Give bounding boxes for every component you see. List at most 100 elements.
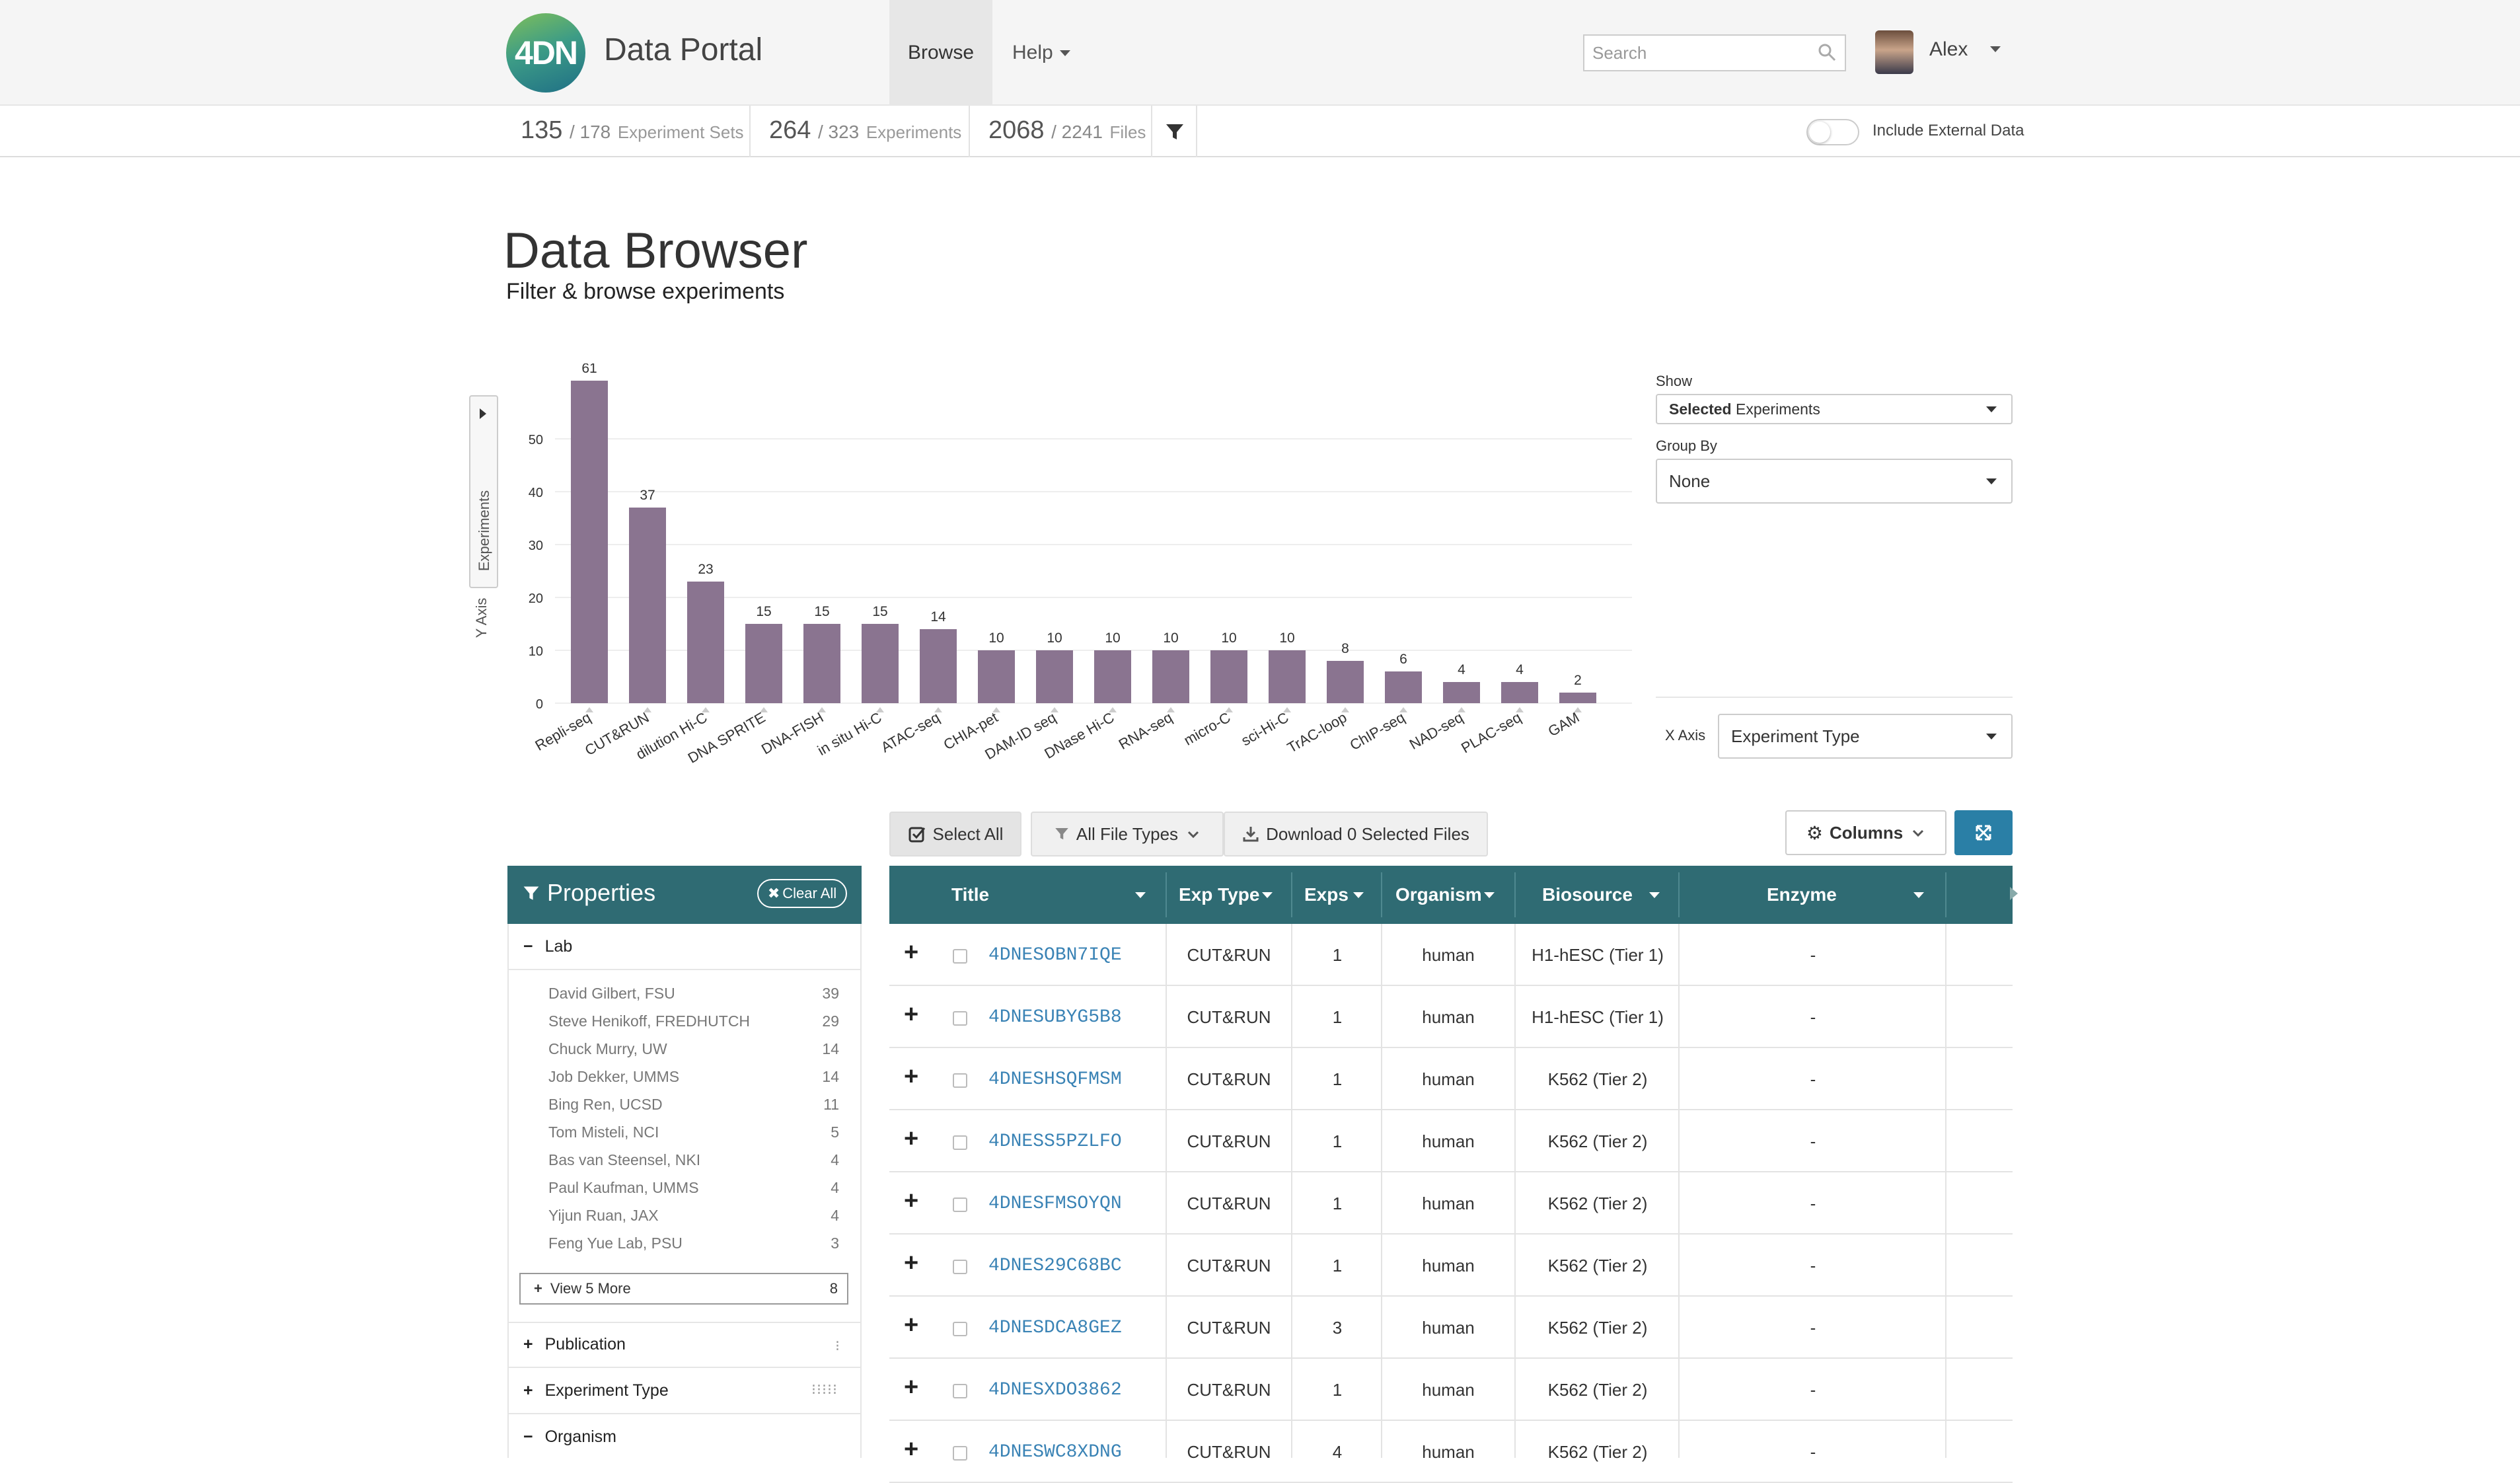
filter-icon[interactable] <box>1164 122 1185 143</box>
experiment-set-link[interactable]: 4DNESXDO3862 <box>988 1380 1122 1400</box>
experiment-set-link[interactable]: 4DNESUBYG5B8 <box>988 1007 1122 1028</box>
4dn-logo[interactable]: 4DN <box>506 13 585 93</box>
lab-facet-item[interactable]: Yijun Ruan, JAX <box>548 1207 659 1225</box>
sort-chevron-icon[interactable] <box>1913 892 1924 898</box>
bar[interactable] <box>629 508 666 703</box>
row-checkbox[interactable] <box>953 1073 967 1088</box>
column-header-exp-type[interactable]: Exp Type <box>1179 866 1259 924</box>
avatar[interactable] <box>1875 30 1913 74</box>
expand-row-plus-icon[interactable]: + <box>904 1435 918 1464</box>
x-category-label[interactable]: sci-Hi-C <box>1238 709 1291 749</box>
lab-facet-item[interactable]: Feng Yue Lab, PSU <box>548 1235 683 1252</box>
expand-row-plus-icon[interactable]: + <box>904 1125 918 1153</box>
lab-facet-item[interactable]: Bing Ren, UCSD <box>548 1096 663 1114</box>
x-category-label[interactable]: TrAC-loop <box>1284 709 1350 756</box>
bar[interactable] <box>862 624 899 703</box>
bar[interactable] <box>803 624 840 703</box>
bar[interactable] <box>1443 682 1480 703</box>
sort-chevron-icon[interactable] <box>1353 892 1364 898</box>
row-checkbox[interactable] <box>953 1135 967 1150</box>
row-checkbox[interactable] <box>953 1260 967 1274</box>
scroll-right-icon[interactable] <box>2010 887 2018 900</box>
row-checkbox[interactable] <box>953 1011 967 1026</box>
experiment-type-section-toggle[interactable]: + Experiment Type <box>523 1381 669 1400</box>
brand-name[interactable]: Data Portal <box>604 32 762 68</box>
x-category-label[interactable]: micro-C <box>1181 709 1233 749</box>
column-header-organism[interactable]: Organism <box>1395 866 1482 924</box>
row-checkbox[interactable] <box>953 1322 967 1336</box>
column-header-exps[interactable]: Exps <box>1304 866 1349 924</box>
lab-facet-item[interactable]: Job Dekker, UMMS <box>548 1068 679 1086</box>
lab-facet-item[interactable]: David Gilbert, FSU <box>548 985 675 1003</box>
column-header-enzyme[interactable]: Enzyme <box>1767 866 1837 924</box>
bar[interactable] <box>978 650 1015 703</box>
expand-row-plus-icon[interactable]: + <box>904 1311 918 1340</box>
bar[interactable] <box>1210 650 1247 703</box>
search-input[interactable]: Search <box>1583 34 1846 71</box>
sort-chevron-icon[interactable] <box>1484 892 1495 898</box>
chevron-right-icon[interactable] <box>480 408 486 419</box>
expand-row-plus-icon[interactable]: + <box>904 1187 918 1215</box>
x-category-label[interactable]: PLAC-seq <box>1458 709 1524 757</box>
experiment-set-link[interactable]: 4DNES29C68BC <box>988 1256 1122 1276</box>
sort-chevron-icon[interactable] <box>1649 892 1660 898</box>
file-types-dropdown[interactable]: All File Types <box>1031 812 1224 856</box>
organism-section-toggle[interactable]: − Organism <box>523 1427 616 1447</box>
lab-facet-item[interactable]: Steve Henikoff, FREDHUTCH <box>548 1012 750 1030</box>
download-selected-button[interactable]: Download 0 Selected Files <box>1224 812 1488 856</box>
x-category-label[interactable]: NAD-seq <box>1407 709 1466 753</box>
lab-facet-item[interactable]: Tom Misteli, NCI <box>548 1123 659 1141</box>
bar[interactable] <box>1559 693 1596 703</box>
bar[interactable] <box>1501 682 1538 703</box>
lab-facet-item[interactable]: Chuck Murry, UW <box>548 1040 667 1058</box>
experiment-set-link[interactable]: 4DNESDCA8GEZ <box>988 1318 1122 1338</box>
expand-row-plus-icon[interactable]: + <box>904 1249 918 1277</box>
lab-facet-item[interactable]: Bas van Steensel, NKI <box>548 1151 700 1169</box>
fullscreen-button[interactable] <box>1954 810 2013 855</box>
expand-row-plus-icon[interactable]: + <box>904 938 918 967</box>
x-axis-select[interactable]: Experiment Type <box>1718 714 2013 759</box>
x-category-label[interactable]: DNA-FISH <box>759 709 826 758</box>
experiment-set-link[interactable]: 4DNESHSQFMSM <box>988 1069 1122 1090</box>
x-category-label[interactable]: in situ Hi-C <box>815 709 885 759</box>
lab-facet-item[interactable]: Paul Kaufman, UMMS <box>548 1179 699 1197</box>
experiment-set-link[interactable]: 4DNESWC8XDNG <box>988 1442 1122 1463</box>
nav-browse[interactable]: Browse <box>889 0 992 106</box>
group-by-select[interactable]: None <box>1656 459 2013 504</box>
nav-help-menu[interactable]: Help <box>1012 0 1070 106</box>
bar[interactable] <box>1385 671 1422 703</box>
lab-section-toggle[interactable]: − Lab <box>523 937 572 956</box>
publication-section-toggle[interactable]: + Publication <box>523 1335 626 1354</box>
experiment-set-link[interactable]: 4DNESFMSOYQN <box>988 1194 1122 1214</box>
row-checkbox[interactable] <box>953 1384 967 1398</box>
bar[interactable] <box>571 381 608 703</box>
bar[interactable] <box>920 629 957 703</box>
sort-chevron-icon[interactable] <box>1135 892 1146 898</box>
experiment-set-link[interactable]: 4DNESOBN7IQE <box>988 945 1122 966</box>
search-icon[interactable] <box>1817 42 1837 62</box>
sort-chevron-icon[interactable] <box>1262 892 1273 898</box>
expand-row-plus-icon[interactable]: + <box>904 1001 918 1029</box>
show-select[interactable]: Selected Experiments <box>1656 394 2013 424</box>
column-header-biosource[interactable]: Biosource <box>1542 866 1633 924</box>
bar[interactable] <box>687 582 724 703</box>
bar[interactable] <box>1152 650 1189 703</box>
bar[interactable] <box>1269 650 1306 703</box>
bar[interactable] <box>1094 650 1131 703</box>
x-category-label[interactable]: ChIP-seq <box>1347 709 1408 754</box>
user-menu-chevron-icon[interactable] <box>1990 46 2001 52</box>
experiment-set-link[interactable]: 4DNESS5PZLFO <box>988 1131 1122 1152</box>
select-all-button[interactable]: Select All <box>889 812 1021 856</box>
x-category-label[interactable]: RNA-seq <box>1116 709 1175 753</box>
x-category-label[interactable]: ATAC-seq <box>878 709 943 756</box>
columns-button[interactable]: ⚙ Columns <box>1785 810 1946 855</box>
row-checkbox[interactable] <box>953 1446 967 1461</box>
row-checkbox[interactable] <box>953 949 967 964</box>
bar[interactable] <box>745 624 782 703</box>
x-category-label[interactable]: GAM <box>1545 709 1582 740</box>
row-checkbox[interactable] <box>953 1198 967 1212</box>
bar[interactable] <box>1327 661 1364 703</box>
expand-row-plus-icon[interactable]: + <box>904 1373 918 1402</box>
include-external-toggle[interactable] <box>1806 119 1859 145</box>
user-name[interactable]: Alex <box>1929 38 1968 61</box>
